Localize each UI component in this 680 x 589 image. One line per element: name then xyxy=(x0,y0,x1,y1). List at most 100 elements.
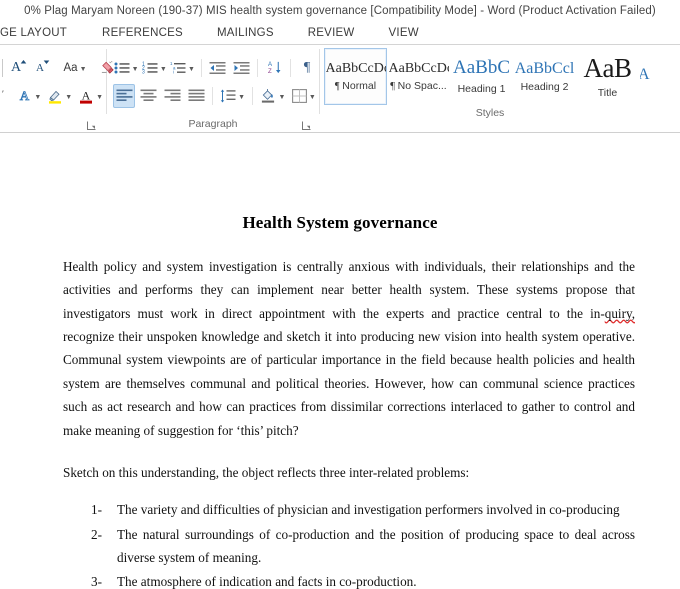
font-color-icon: A xyxy=(80,88,93,104)
justify-button[interactable] xyxy=(185,84,207,108)
style-normal-label: ¶ Normal xyxy=(334,80,377,93)
ribbon: A A Aa ▼ ′ A ▼ ▼ A ▼ ▼ 1 2 3 ▼ 1 a i ▼ A… xyxy=(0,45,680,133)
tab-view[interactable]: VIEW xyxy=(372,22,436,44)
numbering-icon: 1 2 3 xyxy=(142,61,158,75)
tab-mailings[interactable]: MAILINGS xyxy=(200,22,291,44)
pilcrow-icon: ¶ xyxy=(303,59,311,75)
list-item: 1- The variety and difficulties of physi… xyxy=(91,498,635,521)
text-effects-icon: A xyxy=(20,88,31,104)
highlighter-icon xyxy=(49,90,62,104)
divider xyxy=(200,58,202,77)
shading-paint-bucket-icon xyxy=(262,88,275,103)
align-left-button[interactable] xyxy=(113,83,135,108)
style-no-spacing[interactable]: AaBbCcDc ¶ No Spac... xyxy=(387,48,450,105)
font-dialog-launcher-icon[interactable] xyxy=(87,121,96,130)
style-heading-1-preview: AaBbC xyxy=(453,58,510,79)
chevron-down-icon[interactable]: ▼ xyxy=(188,66,195,73)
style-title[interactable]: AaB Title xyxy=(576,48,639,105)
document-paragraph-1: Health policy and system investigation i… xyxy=(35,255,645,442)
list-item: 2- The natural surroundings of co-produc… xyxy=(91,523,635,570)
document-heading: Health System governance xyxy=(242,213,438,232)
decrease-indent-button[interactable] xyxy=(206,56,228,80)
document-page[interactable]: Health System governance Health policy a… xyxy=(0,134,680,589)
style-normal[interactable]: AaBbCcDc ¶ Normal xyxy=(324,48,387,105)
tab-page-layout[interactable]: GE LAYOUT xyxy=(0,22,85,44)
paragraph-dialog-launcher-icon[interactable] xyxy=(302,121,311,130)
style-title-preview: AaB xyxy=(583,53,633,83)
style-subtitle-clipped[interactable]: A xyxy=(639,48,653,105)
list-item-text: The atmosphere of indication and facts i… xyxy=(117,574,417,589)
bullets-icon xyxy=(114,62,130,73)
document-title-text: 0% Plag Maryam Noreen (190-37) MIS healt… xyxy=(24,5,656,17)
style-normal-preview: AaBbCcDc xyxy=(325,60,386,76)
change-case-button[interactable]: Aa ▼ xyxy=(63,56,87,80)
ribbon-group-paragraph-label: Paragraph xyxy=(188,118,238,130)
style-subtitle-preview: A xyxy=(639,65,650,83)
borders-button[interactable]: ▼ xyxy=(290,84,318,108)
style-heading-2-preview: AaBbCcl xyxy=(514,59,575,77)
numbering-button[interactable]: 1 2 3 ▼ xyxy=(141,56,167,80)
text-effects-button[interactable]: A ▼ xyxy=(15,84,43,108)
style-no-spacing-label: ¶ No Spac... xyxy=(390,80,447,93)
style-heading-2[interactable]: AaBbCcl Heading 2 xyxy=(513,48,576,105)
line-spacing-button[interactable]: ▼ xyxy=(218,84,247,108)
sort-button[interactable]: A Z xyxy=(263,56,285,80)
chevron-down-icon[interactable]: ▼ xyxy=(160,66,167,73)
text-highlight-color-button[interactable]: ▼ xyxy=(45,84,74,108)
style-no-spacing-preview: AaBbCcDc xyxy=(388,60,449,76)
list-item-marker: 3- xyxy=(91,574,102,589)
chevron-down-icon: ▼ xyxy=(96,94,104,101)
shrink-font-button[interactable]: A xyxy=(32,56,54,80)
decrease-indent-icon xyxy=(209,61,226,74)
chevron-down-icon[interactable]: ▼ xyxy=(132,66,139,73)
superscript-button-clipped[interactable]: ′ xyxy=(2,89,9,103)
ribbon-group-paragraph: ▼ 1 2 3 ▼ 1 a i ▼ A Z ¶ ▼ ▼ ▼ Paragraph xyxy=(107,45,319,132)
word-window: 0% Plag Maryam Noreen (190-37) MIS healt… xyxy=(0,0,680,589)
align-right-icon xyxy=(164,89,180,101)
style-heading-1[interactable]: AaBbC Heading 1 xyxy=(450,48,513,105)
divider xyxy=(212,86,213,105)
divider xyxy=(257,58,259,77)
svg-text:i: i xyxy=(173,69,174,74)
align-left-icon xyxy=(116,89,132,101)
grow-font-button[interactable]: A xyxy=(8,56,30,80)
ribbon-tab-strip: GE LAYOUT REFERENCES MAILINGS REVIEW VIE… xyxy=(0,22,680,45)
font-color-button[interactable]: A ▼ xyxy=(76,84,105,108)
change-case-label: Aa xyxy=(63,61,78,74)
align-center-button[interactable] xyxy=(137,84,159,108)
justify-icon xyxy=(188,89,204,101)
divider xyxy=(290,58,291,77)
align-center-icon xyxy=(140,89,156,101)
svg-text:3: 3 xyxy=(142,69,145,75)
multilevel-list-button[interactable]: 1 a i ▼ xyxy=(169,56,195,80)
svg-text:A: A xyxy=(268,61,273,68)
increase-indent-icon xyxy=(233,61,250,74)
show-hide-marks-button[interactable]: ¶ xyxy=(296,56,318,80)
list-item-marker: 2- xyxy=(91,526,102,542)
chevron-down-icon: ▼ xyxy=(65,94,73,101)
sort-az-icon: A Z xyxy=(268,61,281,75)
chevron-down-icon[interactable]: ▼ xyxy=(278,94,285,101)
align-right-button[interactable] xyxy=(161,84,183,108)
tab-review[interactable]: REVIEW xyxy=(291,22,372,44)
down-arrow-icon xyxy=(43,60,50,64)
chevron-down-icon: ▼ xyxy=(34,94,42,101)
tab-references[interactable]: REFERENCES xyxy=(85,22,200,44)
chevron-down-icon[interactable]: ▼ xyxy=(309,94,316,101)
document-numbered-list: 1- The variety and difficulties of physi… xyxy=(35,498,645,589)
chevron-down-icon: ▼ xyxy=(79,66,87,73)
svg-text:Z: Z xyxy=(268,68,272,75)
bullets-button[interactable]: ▼ xyxy=(113,56,139,80)
list-item: 3- The atmosphere of indication and fact… xyxy=(91,570,635,589)
style-heading-1-label: Heading 1 xyxy=(457,82,506,95)
chevron-down-icon[interactable]: ▼ xyxy=(238,94,245,101)
document-paragraph-2: Sketch on this understanding, the object… xyxy=(63,464,470,480)
ribbon-group-styles: AaBbCcDc ¶ Normal AaBbCcDc ¶ No Spac... … xyxy=(320,45,680,132)
paragraph-1-text-a: Health policy and system investigation i… xyxy=(63,259,635,321)
font-size-box-clipped[interactable] xyxy=(2,58,3,77)
ribbon-group-font: A A Aa ▼ ′ A ▼ ▼ A ▼ xyxy=(0,45,114,132)
styles-gallery: AaBbCcDc ¶ Normal AaBbCcDc ¶ No Spac... … xyxy=(320,45,680,105)
paragraph-1-text-b: recognize their unspoken knowledge and s… xyxy=(63,329,635,438)
shading-button[interactable]: ▼ xyxy=(258,84,287,108)
increase-indent-button[interactable] xyxy=(230,56,252,80)
